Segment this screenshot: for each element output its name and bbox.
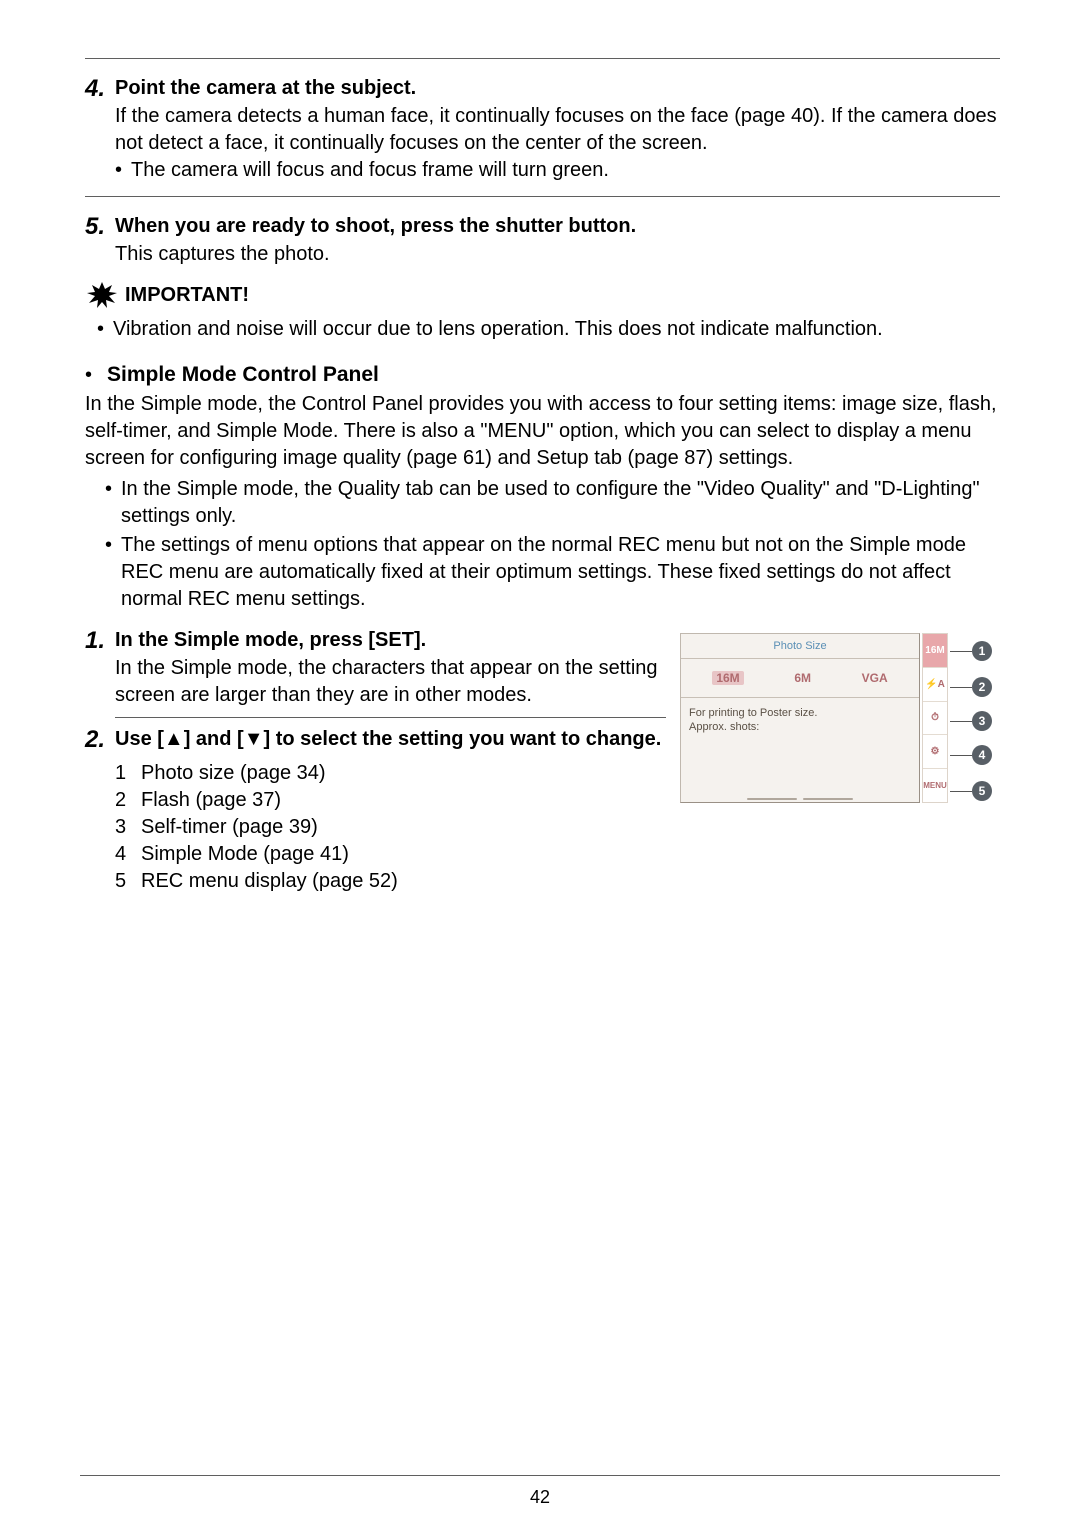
size-option: 6M — [794, 671, 811, 685]
step-title: Use [▲] and [▼] to select the setting yo… — [115, 726, 661, 754]
legend-item: 3Self-timer (page 39) — [115, 814, 666, 841]
step-body: In the Simple mode, the characters that … — [115, 655, 666, 709]
section-intro: In the Simple mode, the Control Panel pr… — [85, 391, 1000, 472]
callout-3: 3 — [950, 711, 992, 731]
side-item-mode-icon: ⚙ — [923, 735, 947, 769]
step-number: 4. — [85, 75, 115, 103]
step-body: If the camera detects a human face, it c… — [115, 103, 1000, 157]
important-bullet: • Vibration and noise will occur due to … — [97, 316, 1000, 343]
section-bullet: • The settings of menu options that appe… — [105, 532, 1000, 613]
step-title: When you are ready to shoot, press the s… — [115, 213, 636, 241]
callout-5: 5 — [950, 781, 992, 801]
legend-item: 1Photo size (page 34) — [115, 760, 666, 787]
screen-desc: For printing to Poster size. — [689, 706, 911, 720]
size-option: VGA — [862, 671, 888, 685]
burst-icon — [85, 280, 119, 310]
step-5: 5. When you are ready to shoot, press th… — [85, 213, 1000, 268]
callout-1: 1 — [950, 641, 992, 661]
step-body: This captures the photo. — [115, 241, 1000, 268]
control-panel-diagram: Photo Size 16M 6M VGA For printing to Po… — [680, 633, 1000, 803]
cp-step-2: 2. Use [▲] and [▼] to select the setting… — [85, 726, 666, 754]
step-number: 5. — [85, 213, 115, 241]
section-bullet: • In the Simple mode, the Quality tab ca… — [105, 476, 1000, 530]
important-label: IMPORTANT! — [125, 284, 249, 307]
section-heading: • Simple Mode Control Panel — [85, 363, 1000, 387]
sidebar: 16M ⚡A ⏱ ⚙ MENU — [922, 633, 948, 803]
legend-item: 2Flash (page 37) — [115, 787, 666, 814]
step-number: 1. — [85, 627, 115, 655]
camera-screen: Photo Size 16M 6M VGA For printing to Po… — [680, 633, 920, 803]
side-item-flash-icon: ⚡A — [923, 668, 947, 702]
size-option-selected: 16M — [712, 671, 743, 685]
step-number: 2. — [85, 726, 115, 754]
legend-item: 5REC menu display (page 52) — [115, 868, 666, 895]
step-4: 4. Point the camera at the subject. If t… — [85, 75, 1000, 184]
callout-4: 4 — [950, 745, 992, 765]
important-heading: IMPORTANT! — [85, 280, 1000, 310]
step-sub-bullet: • The camera will focus and focus frame … — [115, 157, 1000, 184]
legend-item: 4Simple Mode (page 41) — [115, 841, 666, 868]
callout-2: 2 — [950, 677, 992, 697]
step-title: In the Simple mode, press [SET]. — [115, 627, 426, 655]
screen-title: Photo Size — [681, 634, 919, 659]
side-item-menu: MENU — [923, 769, 947, 802]
screen-desc: Approx. shots: — [689, 720, 911, 734]
page-number: 42 — [0, 1487, 1080, 1508]
side-item-timer-icon: ⏱ — [923, 702, 947, 736]
side-item-photo-size: 16M — [923, 634, 947, 668]
step-title: Point the camera at the subject. — [115, 75, 416, 103]
cp-step-1: 1. In the Simple mode, press [SET]. In t… — [85, 627, 666, 709]
